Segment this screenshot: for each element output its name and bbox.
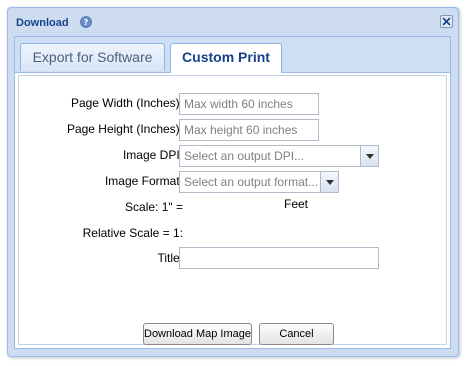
image-dpi-value: Select an output DPI...: [184, 149, 305, 163]
svg-text:?: ?: [84, 18, 89, 27]
page-height-input[interactable]: [179, 119, 319, 141]
download-map-image-button[interactable]: Download Map Image: [143, 323, 252, 345]
close-button[interactable]: [440, 15, 453, 28]
scale-unit: Feet: [284, 197, 309, 211]
download-window: Download ? Export for Software Custom Pr…: [7, 7, 459, 357]
dropdown-arrow-icon[interactable]: [360, 146, 378, 166]
relative-scale-label: Relative Scale = 1:: [82, 226, 183, 240]
window-body: Export for Software Custom Print Page Wi…: [14, 36, 451, 349]
cancel-button[interactable]: Cancel: [259, 323, 334, 345]
page-height-label: Page Height (Inches):: [66, 122, 183, 136]
tab-export-for-software[interactable]: Export for Software: [20, 43, 165, 71]
tab-custom-print[interactable]: Custom Print: [170, 43, 282, 73]
custom-print-form: Page Width (Inches): Page Height (Inches…: [18, 75, 447, 345]
image-dpi-select[interactable]: Select an output DPI...: [179, 145, 379, 167]
image-format-select[interactable]: Select an output format...: [179, 171, 339, 193]
scale-label: Scale: 1" =: [125, 200, 183, 214]
page-width-input[interactable]: [179, 93, 319, 115]
dropdown-arrow-icon[interactable]: [320, 172, 338, 192]
page-width-label: Page Width (Inches):: [70, 96, 183, 110]
window-titlebar[interactable]: Download ?: [8, 8, 458, 35]
help-icon[interactable]: ?: [80, 16, 92, 28]
image-format-label: Image Format:: [104, 174, 183, 188]
custom-print-panel: Page Width (Inches): Page Height (Inches…: [15, 73, 450, 348]
image-dpi-label: Image DPI:: [122, 148, 183, 162]
title-input[interactable]: [179, 247, 379, 269]
image-format-value: Select an output format...: [184, 175, 319, 189]
close-icon: [442, 17, 451, 26]
tab-strip: Export for Software Custom Print: [15, 37, 450, 73]
window-title: Download: [16, 17, 69, 29]
